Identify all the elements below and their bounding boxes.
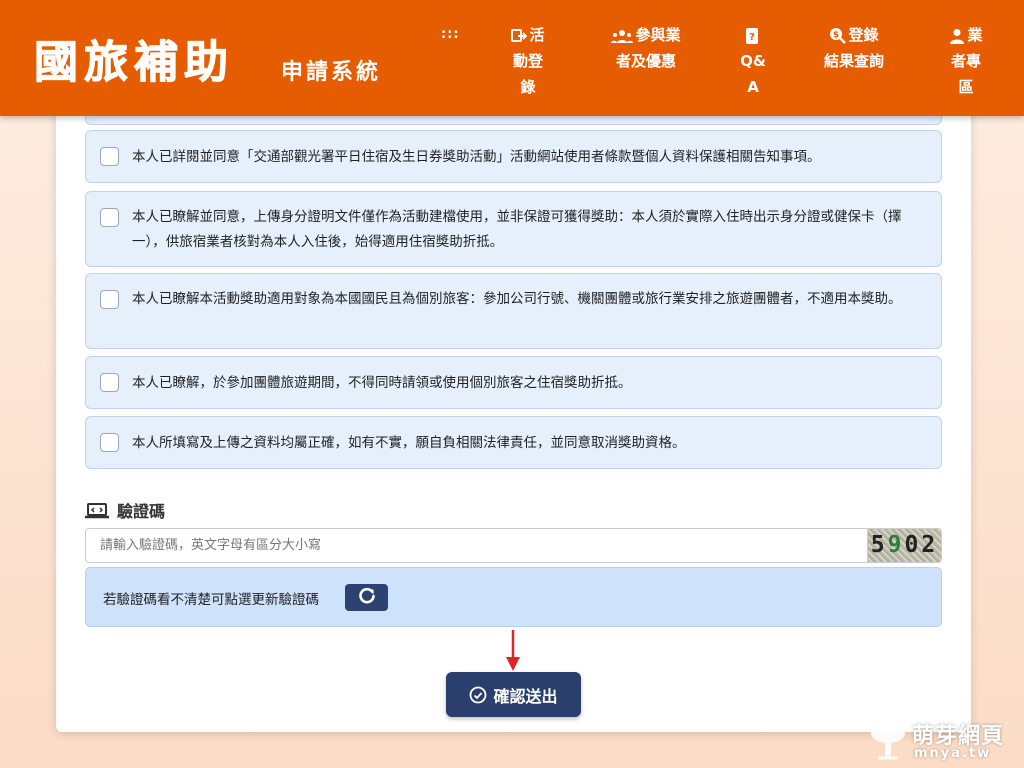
nav-result-line2: 結果查詢 <box>823 52 884 70</box>
watermark: 萌芽網頁 mnya.tw <box>868 716 1018 764</box>
nav-vendor-line2: 者專 <box>950 52 981 70</box>
agreement-text: 本人已瞭解並同意，上傳身分證明文件僅作為活動建檔使用，並非保證可獲得獎助：本人須… <box>132 209 902 250</box>
captcha-digit: 5 <box>870 532 888 558</box>
nav-qa-line1: Q& <box>740 52 766 70</box>
nav-participating-line1: 參與業 <box>635 26 681 44</box>
agreement-checkbox[interactable] <box>100 147 119 166</box>
logo-subtitle: 申請系統 <box>281 60 382 85</box>
watermark-en: mnya.tw <box>914 746 992 761</box>
nav-activity-login-line2: 動登 <box>512 52 543 70</box>
agreement-checkbox[interactable] <box>100 290 119 309</box>
agreement-item: 本人已瞭解，於參加團體旅遊期間，不得同時請領或使用個別旅客之住宿獎助折抵。 <box>85 356 942 409</box>
captcha-input[interactable] <box>85 528 867 563</box>
nav-activity-login[interactable]: 活 動登 錄 <box>503 22 553 100</box>
svg-text:$: $ <box>833 31 839 41</box>
agreement-text: 本人已瞭解，於參加團體旅遊期間，不得同時請領或使用個別旅客之住宿獎助折抵。 <box>132 375 632 391</box>
submit-label: 確認送出 <box>493 686 558 706</box>
agreement-item: 本人已詳閱並同意「交通部觀光署平日住宿及生日券獎助活動」活動網站使用者條款暨個人… <box>85 130 942 183</box>
nav-vendor-line1: 業 <box>967 26 983 44</box>
check-circle-icon <box>469 686 487 704</box>
login-icon <box>511 28 528 44</box>
captcha-image: 5902 <box>867 528 942 563</box>
nav-qa[interactable]: ? Q& A <box>733 22 773 100</box>
laptop-code-icon <box>85 502 109 523</box>
users-icon <box>611 28 634 44</box>
user-icon <box>949 28 965 44</box>
nav-participating-line2: 者及優惠 <box>615 52 676 70</box>
captcha-refresh-panel: 若驗證碼看不清楚可點選更新驗證碼 <box>85 567 942 627</box>
tree-logo-icon <box>868 720 908 764</box>
captcha-heading: 驗證碼 <box>85 498 165 523</box>
nav-result-line1: 登錄 <box>848 26 879 44</box>
captcha-refresh-button[interactable] <box>345 584 388 611</box>
search-dollar-icon: $ <box>829 27 847 44</box>
nav-participating-vendors[interactable]: 參與業 者及優惠 <box>603 22 689 74</box>
agreement-checkbox[interactable] <box>100 433 119 452</box>
nav-activity-login-line1: 活 <box>529 26 545 44</box>
nav-vendor-line3: 區 <box>958 78 974 96</box>
refresh-icon <box>358 587 376 609</box>
menu-grid-icon[interactable]: ::: <box>441 22 460 48</box>
agreement-checkbox[interactable] <box>100 373 119 392</box>
agreement-item: 本人所填寫及上傳之資料均屬正確，如有不實，願自負相關法律責任，並同意取消獎助資格… <box>85 416 942 469</box>
agreement-checkbox[interactable] <box>100 208 119 227</box>
captcha-refresh-hint: 若驗證碼看不清楚可點選更新驗證碼 <box>103 592 319 608</box>
captcha-digit: 2 <box>921 532 939 558</box>
agreement-item: 本人已瞭解並同意，上傳身分證明文件僅作為活動建檔使用，並非保證可獲得獎助：本人須… <box>85 191 942 267</box>
nav-result-query[interactable]: $ 登錄 結果查詢 <box>817 22 891 74</box>
nav-activity-login-line3: 錄 <box>520 78 536 96</box>
captcha-digit: 9 <box>887 532 905 558</box>
nav-qa-line2: A <box>747 78 759 96</box>
captcha-digit: 0 <box>904 532 922 558</box>
captcha-title-text: 驗證碼 <box>117 502 166 521</box>
nav-vendor-area[interactable]: 業 者專 區 <box>941 22 991 100</box>
svg-text:?: ? <box>749 32 755 43</box>
agreement-item: 本人已瞭解本活動獎助適用對象為本國國民且為個別旅客：參加公司行號、機關團體或旅行… <box>85 273 942 349</box>
question-icon: ? <box>745 27 759 44</box>
site-header: 國旅補助 申請系統 ::: 活 動登 錄 參與業 者及優惠 ? Q& A $ 登… <box>0 0 1024 116</box>
submit-button[interactable]: 確認送出 <box>446 672 581 717</box>
agreement-text: 本人已詳閱並同意「交通部觀光署平日住宿及生日券獎助活動」活動網站使用者條款暨個人… <box>132 149 821 165</box>
annotation-arrow-icon <box>504 630 522 672</box>
agreement-text: 本人已瞭解本活動獎助適用對象為本國國民且為個別旅客：參加公司行號、機關團體或旅行… <box>132 291 902 307</box>
agreement-text: 本人所填寫及上傳之資料均屬正確，如有不實，願自負相關法律責任，並同意取消獎助資格… <box>132 435 686 451</box>
logo-title[interactable]: 國旅補助 <box>34 26 234 90</box>
